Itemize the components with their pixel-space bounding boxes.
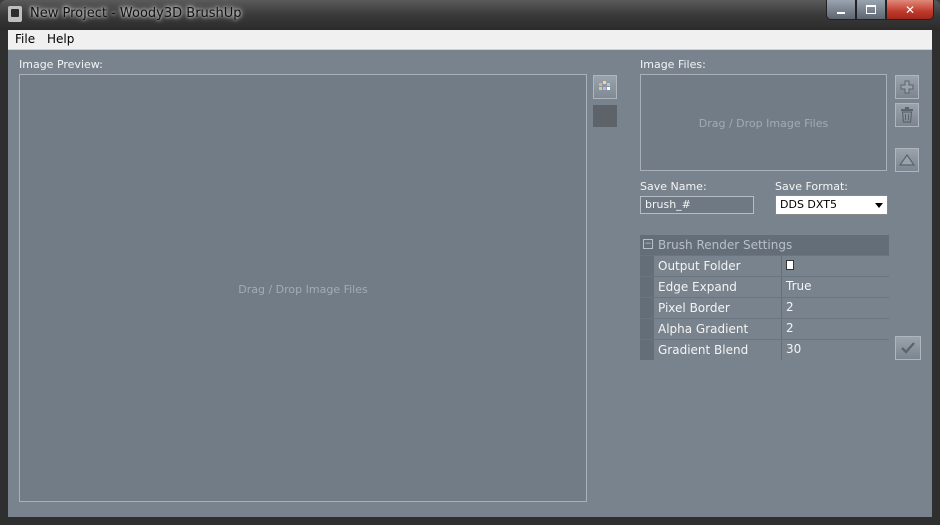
setting-row-output-folder[interactable]: Output Folder [640,255,889,276]
warning-triangle-icon [899,154,915,166]
window-border-bottom [0,517,940,525]
menu-bar: File Help [8,30,932,50]
setting-value[interactable]: 30 [782,340,889,360]
row-gutter [640,256,654,276]
setting-key: Pixel Border [654,298,782,318]
background-color-swatch[interactable] [593,105,617,127]
files-drop-hint: Drag / Drop Image Files [698,117,829,130]
delete-file-button[interactable] [895,103,919,127]
setting-value[interactable] [782,256,889,276]
save-format-select[interactable]: DDS DXT5 [775,195,888,215]
collapse-icon[interactable]: − [643,239,653,249]
main-panel: Image Preview: Drag / Drop Image Files I… [8,50,932,517]
maximize-icon [866,5,876,14]
setting-row-pixel-border[interactable]: Pixel Border 2 [640,297,889,318]
image-files-dropzone[interactable]: Drag / Drop Image Files [640,74,887,171]
save-format-value: DDS DXT5 [780,198,837,211]
add-file-button[interactable] [895,75,919,99]
preview-drop-hint: Drag / Drop Image Files [238,283,368,296]
setting-key: Edge Expand [654,277,782,297]
trash-icon [901,107,913,123]
maximize-button[interactable] [856,0,886,20]
setting-value[interactable]: 2 [782,298,889,318]
setting-key: Gradient Blend [654,340,782,360]
row-gutter [640,319,654,339]
menu-help[interactable]: Help [47,32,74,46]
folder-icon[interactable] [786,260,794,270]
render-button[interactable] [895,336,921,360]
setting-key: Output Folder [654,256,782,276]
row-gutter [640,340,654,360]
image-files-label: Image Files: [640,58,706,71]
brush-render-settings-grid: − Brush Render Settings Output Folder Ed… [640,235,889,360]
app-window: New Project - Woody3D BrushUp ✕ File Hel… [0,0,940,525]
color-palette-icon [599,81,610,90]
title-bar[interactable]: New Project - Woody3D BrushUp ✕ [0,0,940,30]
setting-key: Alpha Gradient [654,319,782,339]
setting-row-gradient-blend[interactable]: Gradient Blend 30 [640,339,889,360]
save-name-input[interactable]: brush_# [640,196,754,214]
minimize-icon [837,11,845,14]
save-name-label: Save Name: [640,180,707,193]
background-color-button[interactable] [593,75,617,99]
setting-row-alpha-gradient[interactable]: Alpha Gradient 2 [640,318,889,339]
close-button[interactable]: ✕ [886,0,934,20]
setting-value[interactable]: 2 [782,319,889,339]
chevron-down-icon [875,203,883,208]
settings-header-label: Brush Render Settings [658,238,793,252]
save-format-label: Save Format: [775,180,848,193]
settings-header[interactable]: − Brush Render Settings [640,235,889,255]
checkmark-icon [901,342,915,354]
window-border-right [932,30,940,525]
setting-value[interactable]: True [782,277,889,297]
setting-row-edge-expand[interactable]: Edge Expand True [640,276,889,297]
minimize-button[interactable] [826,0,856,20]
warning-button[interactable] [895,148,919,172]
image-preview-label: Image Preview: [19,58,103,71]
window-title: New Project - Woody3D BrushUp [30,6,242,21]
row-gutter [640,277,654,297]
row-gutter [640,298,654,318]
app-icon [8,6,22,22]
image-preview-dropzone[interactable]: Drag / Drop Image Files [19,74,587,502]
close-icon: ✕ [904,2,916,17]
menu-file[interactable]: File [15,32,35,46]
window-controls: ✕ [826,0,934,20]
plus-icon [900,80,914,94]
window-border-left [0,30,8,525]
